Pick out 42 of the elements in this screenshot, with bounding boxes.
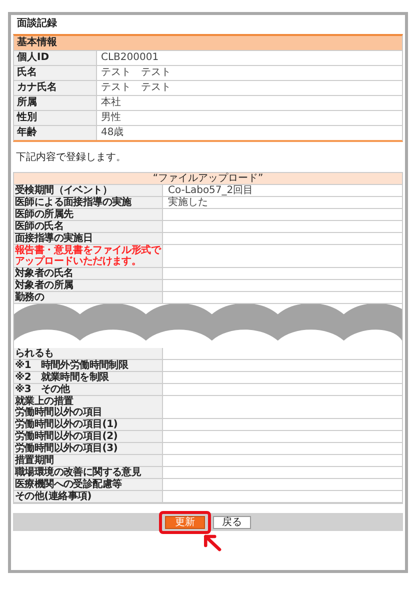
table-cell: 個人ID	[14, 51, 97, 65]
table-cell: 職場環境の改善に関する意見	[14, 467, 163, 478]
table-cell: 医療機関への受診配慮等	[14, 479, 163, 490]
table-cell: 勤務の	[14, 292, 163, 303]
table-cell: 面接指導の実施日	[14, 233, 163, 244]
table-cell-text: 本社	[100, 96, 122, 110]
table-cell-text: 実施した	[167, 197, 209, 208]
table-cell-text: 労働時間以外の項目	[15, 407, 104, 418]
table-cell: 性別	[14, 111, 97, 125]
table-cell: その他(連絡事項)	[14, 491, 163, 502]
notice-text: 報告書・意見書をファイル形式でアップロードいただけます。	[14, 245, 163, 267]
table-cell: 氏名	[14, 66, 97, 80]
table-cell-text: CLB200001	[100, 51, 160, 65]
table-cell: 年齢	[14, 126, 97, 140]
table-cell: ※2 就業時間を制限	[14, 372, 163, 383]
table-cell-text: テスト テスト	[100, 81, 172, 95]
table-cell: 対象者の氏名	[14, 268, 163, 279]
table-cell: 対象者の所属	[14, 280, 163, 291]
table-cell-text: 就業上の措置	[15, 396, 74, 407]
pointer-arrow-icon	[203, 534, 223, 552]
section-title: “ファイルアップロード”	[152, 173, 264, 184]
table-cell: ※1 時間外労働時間制限	[14, 360, 163, 371]
info-message: 下記内容で登録します。	[15, 150, 127, 165]
table-cell: 医師による面接指導の実施	[14, 197, 163, 208]
table-cell: 労働時間以外の項目(1)	[14, 419, 163, 430]
table-cell-text: 男性	[100, 111, 122, 125]
table-cell: 労働時間以外の項目(3)	[14, 443, 163, 454]
table-cell: カナ氏名	[14, 81, 97, 95]
table-cell: 医師の所属先	[14, 209, 163, 220]
table-cell: 措置期間	[14, 455, 163, 466]
table-cell-text: Co-Labo57_2回目	[167, 185, 254, 196]
back-button[interactable]: 戻る	[213, 516, 251, 528]
section-title: 基本情報	[17, 37, 57, 48]
page-title: 面談記録	[17, 18, 57, 29]
table-cell: ※3 その他	[14, 384, 163, 395]
table-cell: られるも	[14, 348, 163, 359]
table-cell: 医師の氏名	[14, 221, 163, 232]
table-cell: 労働時間以外の項目(2)	[14, 431, 163, 442]
table-cell-text: テスト テスト	[100, 66, 172, 80]
table-cell-text: 48歳	[100, 126, 125, 140]
table-cell: 受検期間（イベント）	[14, 185, 163, 196]
table-cell: 所属	[14, 96, 97, 110]
